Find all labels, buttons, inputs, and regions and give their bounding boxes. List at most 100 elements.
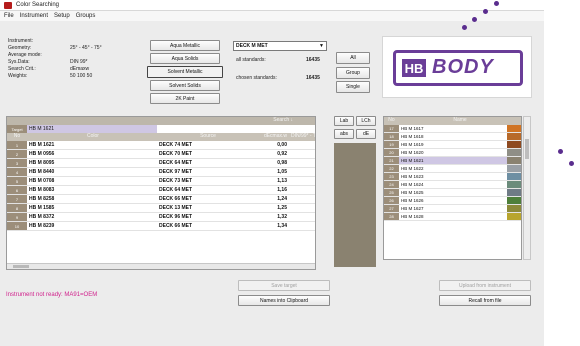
value-weights: 50 100 50 <box>70 73 93 79</box>
app-icon <box>4 2 12 9</box>
row-de: 0,98 <box>277 160 287 166</box>
list-item-name: HB M 1620 <box>401 150 424 155</box>
menu-setup[interactable]: Setup <box>54 13 70 19</box>
list-scrollbar[interactable] <box>523 116 531 260</box>
menu-file[interactable]: File <box>4 13 14 19</box>
aqua-solids-button[interactable]: Aqua Solids <box>150 53 220 64</box>
table-row[interactable]: 6 HB M 8083 DECK 64 MET 1,16 <box>7 186 315 195</box>
scrollbar-thumb[interactable] <box>13 265 29 268</box>
logo-panel: HB BODY <box>382 36 532 98</box>
solvent-solids-button[interactable]: Solvent Solids <box>150 80 220 91</box>
table-row[interactable]: 10 HB M 8239 DECK 66 MET 1,34 <box>7 222 315 231</box>
standard-select[interactable]: DECK M MET ▼ <box>233 41 327 51</box>
row-source: DECK 66 MET <box>159 223 193 229</box>
tab-de[interactable]: dE <box>356 129 376 139</box>
col-source[interactable]: Source <box>157 133 257 141</box>
list-item[interactable]: 23 HB M 1623 <box>384 173 521 181</box>
list-item-number: 21 <box>384 157 399 164</box>
row-source: DECK 70 MET <box>159 151 193 157</box>
list-item[interactable]: 18 HB M 1618 <box>384 133 521 141</box>
solvent-metallic-button[interactable]: Solvent Metallic <box>147 66 223 78</box>
list-item-name: HB M 1624 <box>401 182 424 187</box>
all-button[interactable]: All <box>336 52 370 64</box>
row-source: DECK 97 MET <box>159 169 193 175</box>
table-row[interactable]: 9 HB M 8372 DECK 96 MET 1,32 <box>7 213 315 222</box>
table-row[interactable]: 5 HB M 0708 DECK 73 MET 1,13 <box>7 177 315 186</box>
menu-instrument[interactable]: Instrument <box>20 13 48 19</box>
2k-paint-button[interactable]: 2K Paint <box>150 93 220 104</box>
list-item-name: HB M 1618 <box>401 134 424 139</box>
target-input[interactable]: HB M 1621 <box>27 125 157 133</box>
window-title: Color Searching <box>16 2 60 8</box>
list-item[interactable]: 25 HB M 1625 <box>384 189 521 197</box>
results-table: Search ↓ Target HB M 1621 No Color Sourc… <box>6 116 316 270</box>
table-row[interactable]: 4 HB M 8440 DECK 97 MET 1,05 <box>7 168 315 177</box>
table-row[interactable]: 1 HB M 1621 DECK 74 MET 0,00 <box>7 141 315 150</box>
col-din[interactable]: DIN/99* - Ti <box>289 133 315 141</box>
list-scrollbar-thumb[interactable] <box>525 139 529 159</box>
upload-instrument-button[interactable]: Upload from instrument <box>439 280 531 291</box>
decor-dot <box>558 149 563 154</box>
list-item-swatch <box>507 141 521 148</box>
label-search-crit: Search Crit.: <box>8 66 36 72</box>
row-de: 1,13 <box>277 178 287 184</box>
single-button[interactable]: Single <box>336 81 370 93</box>
list-item-name: HB M 1623 <box>401 174 424 179</box>
recall-file-button[interactable]: Recall from file <box>439 295 531 306</box>
row-number: 9 <box>7 213 27 221</box>
target-label: Target <box>7 125 27 133</box>
list-item[interactable]: 26 HB M 1626 <box>384 197 521 205</box>
list-col-name[interactable]: Name <box>399 117 521 125</box>
list-item-number: 28 <box>384 213 399 220</box>
col-de[interactable]: dEcmax.w <box>257 133 289 141</box>
title-bar: Color Searching <box>0 0 544 11</box>
label-sys-data: Sys.Data: <box>8 59 30 65</box>
table-row[interactable]: 7 HB M 8258 DECK 66 MET 1,24 <box>7 195 315 204</box>
col-color[interactable]: Color <box>27 133 157 141</box>
row-de: 0,92 <box>277 151 287 157</box>
table-row[interactable]: 2 HB M 0956 DECK 70 MET 0,92 <box>7 150 315 159</box>
value-sys-data: DIN 99* <box>70 59 88 65</box>
label-weights: Weights: <box>8 73 28 79</box>
row-de: 1,05 <box>277 169 287 175</box>
tab-lch[interactable]: LCh <box>356 116 376 126</box>
label-geometry: Geometry: <box>8 45 32 51</box>
list-item[interactable]: 17 HB M 1617 <box>384 125 521 133</box>
value-geometry: 25° - 45° - 75° <box>70 45 102 51</box>
standard-select-value: DECK M MET <box>236 43 268 49</box>
group-button[interactable]: Group <box>336 67 370 79</box>
row-source: DECK 73 MET <box>159 178 193 184</box>
table-row[interactable]: 8 HB M 1585 DECK 13 MET 1,25 <box>7 204 315 213</box>
list-col-no[interactable]: No <box>384 117 399 125</box>
row-source: DECK 66 MET <box>159 196 193 202</box>
row-color: HB M 8095 <box>29 160 55 166</box>
names-clipboard-button[interactable]: Names into Clipboard <box>238 295 330 306</box>
aqua-metallic-button[interactable]: Aqua Metallic <box>150 40 220 51</box>
list-item-number: 25 <box>384 189 399 196</box>
save-target-button[interactable]: Save target <box>238 280 330 291</box>
list-header: No Name <box>384 117 521 125</box>
row-number: 8 <box>7 204 27 212</box>
list-item[interactable]: 21 HB M 1621 <box>384 157 521 165</box>
table-row[interactable]: 3 HB M 8095 DECK 64 MET 0,98 <box>7 159 315 168</box>
list-item[interactable]: 24 HB M 1624 <box>384 181 521 189</box>
tab-lab[interactable]: Lab <box>334 116 354 126</box>
list-item[interactable]: 19 HB M 1619 <box>384 141 521 149</box>
color-list: No Name 17 HB M 1617 18 HB M 1618 19 HB M 161… <box>383 116 522 260</box>
tab-abs[interactable]: abs <box>334 129 354 139</box>
status-text: Instrument not ready: MA91=OEM <box>6 292 98 298</box>
col-no[interactable]: No <box>7 133 27 141</box>
row-de: 1,24 <box>277 196 287 202</box>
list-item[interactable]: 20 HB M 1620 <box>384 149 521 157</box>
list-item[interactable]: 27 HB M 1627 <box>384 205 521 213</box>
list-item-number: 20 <box>384 149 399 156</box>
list-item[interactable]: 28 HB M 1628 <box>384 213 521 221</box>
menu-groups[interactable]: Groups <box>76 13 96 19</box>
list-item[interactable]: 22 HB M 1622 <box>384 165 521 173</box>
list-item-swatch <box>507 181 521 188</box>
horizontal-scrollbar[interactable] <box>7 263 315 269</box>
menu-bar: File Instrument Setup Groups <box>0 11 544 21</box>
row-number: 2 <box>7 150 27 158</box>
list-item-swatch <box>507 149 521 156</box>
chevron-down-icon[interactable]: ▼ <box>318 42 325 50</box>
